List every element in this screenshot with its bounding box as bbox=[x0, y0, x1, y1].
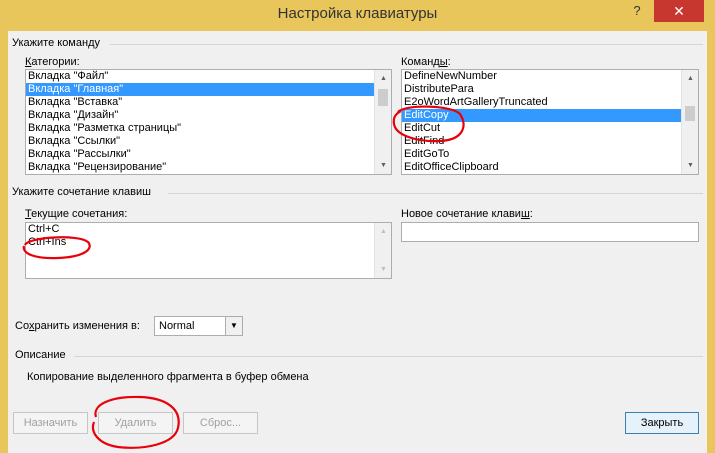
command-item[interactable]: EditGoTo bbox=[402, 148, 698, 161]
categories-list: Вкладка "Файл" Вкладка "Главная" Вкладка "… bbox=[26, 70, 391, 174]
dialog-client: Укажите команду Категории: Вкладка "Файл… bbox=[8, 31, 707, 453]
commands-list: DefineNewNumber DistributePara E2oWordArtG… bbox=[402, 70, 698, 174]
current-key-item[interactable]: Ctrl+Ins bbox=[26, 236, 391, 249]
description-text: Копирование выделенного фрагмента в буфе… bbox=[27, 371, 309, 383]
scroll-thumb[interactable] bbox=[378, 89, 388, 106]
shortcut-group-label: Укажите сочетание клавиш bbox=[12, 186, 151, 198]
title-bar[interactable]: Настройка клавиатуры ? ✕ bbox=[0, 0, 715, 31]
command-item[interactable]: EditOfficeClipboard bbox=[402, 161, 698, 174]
close-button[interactable]: Закрыть bbox=[625, 412, 699, 434]
command-item[interactable]: E2oWordArtGalleryTruncated bbox=[402, 96, 698, 109]
chevron-down-icon[interactable]: ▼ bbox=[225, 317, 242, 335]
category-item[interactable]: Вкладка "Рассылки" bbox=[26, 148, 391, 161]
description-label: Описание bbox=[15, 349, 66, 361]
description-separator bbox=[74, 356, 703, 357]
scroll-down-icon[interactable]: ▼ bbox=[375, 157, 391, 174]
save-in-value: Normal bbox=[159, 320, 195, 332]
save-in-label: Сохранить изменения в: bbox=[15, 320, 140, 332]
category-item[interactable]: Вкладка "Рецензирование" bbox=[26, 161, 391, 174]
command-item[interactable]: EditCopy bbox=[402, 109, 698, 122]
current-key-item[interactable]: Ctrl+C bbox=[26, 223, 391, 236]
scroll-down-icon[interactable]: ▼ bbox=[375, 261, 391, 278]
current-keys-list: Ctrl+C Ctrl+Ins bbox=[26, 223, 391, 249]
new-shortcut-label: Новое сочетание клавиш: bbox=[401, 208, 533, 220]
command-item[interactable]: DefineNewNumber bbox=[402, 70, 698, 83]
command-item[interactable]: EditFind bbox=[402, 135, 698, 148]
commands-scrollbar[interactable]: ▲ ▼ bbox=[681, 70, 698, 174]
shortcut-group-separator bbox=[168, 193, 703, 194]
command-item[interactable]: DistributePara bbox=[402, 83, 698, 96]
assign-button[interactable]: Назначить bbox=[13, 412, 88, 434]
scroll-up-icon[interactable]: ▲ bbox=[682, 70, 698, 87]
command-group-label: Укажите команду bbox=[12, 37, 100, 49]
close-window-button[interactable]: ✕ bbox=[654, 0, 704, 22]
reset-button[interactable]: Сброс... bbox=[183, 412, 258, 434]
window-title: Настройка клавиатуры bbox=[277, 5, 438, 22]
categories-listbox[interactable]: Вкладка "Файл" Вкладка "Главная" Вкладка "… bbox=[25, 69, 392, 175]
commands-label: Команды: bbox=[401, 56, 451, 68]
current-keys-label: Текущие сочетания: bbox=[25, 208, 128, 220]
categories-scrollbar[interactable]: ▲ ▼ bbox=[374, 70, 391, 174]
scroll-up-icon[interactable]: ▲ bbox=[375, 223, 391, 240]
category-item[interactable]: Вкладка "Ссылки" bbox=[26, 135, 391, 148]
category-item[interactable]: Вкладка "Дизайн" bbox=[26, 109, 391, 122]
command-group-separator bbox=[110, 44, 703, 45]
commands-listbox[interactable]: DefineNewNumber DistributePara E2oWordArtG… bbox=[401, 69, 699, 175]
scroll-down-icon[interactable]: ▼ bbox=[682, 157, 698, 174]
categories-label: Категории: bbox=[25, 56, 80, 68]
current-keys-scrollbar[interactable]: ▲ ▼ bbox=[374, 223, 391, 278]
new-shortcut-input[interactable] bbox=[401, 222, 699, 242]
scroll-up-icon[interactable]: ▲ bbox=[375, 70, 391, 87]
category-item[interactable]: Вкладка "Главная" bbox=[26, 83, 391, 96]
command-item[interactable]: EditCut bbox=[402, 122, 698, 135]
question-mark-icon: ? bbox=[633, 3, 641, 18]
category-item[interactable]: Вкладка "Файл" bbox=[26, 70, 391, 83]
help-button[interactable]: ? bbox=[622, 0, 652, 22]
scroll-thumb[interactable] bbox=[685, 106, 695, 121]
save-in-select[interactable]: Normal ▼ bbox=[154, 316, 243, 336]
category-item[interactable]: Вкладка "Разметка страницы" bbox=[26, 122, 391, 135]
category-item[interactable]: Вкладка "Вставка" bbox=[26, 96, 391, 109]
remove-button[interactable]: Удалить bbox=[98, 412, 173, 434]
current-keys-listbox[interactable]: Ctrl+C Ctrl+Ins ▲ ▼ bbox=[25, 222, 392, 279]
close-x-icon: ✕ bbox=[673, 3, 685, 19]
